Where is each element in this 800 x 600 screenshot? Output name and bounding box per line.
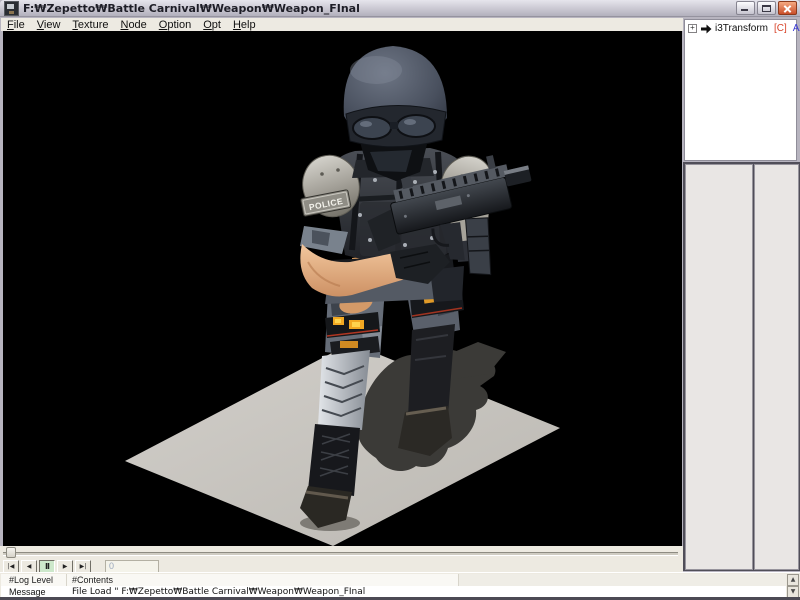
timeline-thumb[interactable] bbox=[6, 547, 16, 558]
menu-opt[interactable]: Opt bbox=[197, 19, 227, 31]
scroll-up-icon: ▲ bbox=[791, 576, 796, 583]
frame-number-input[interactable] bbox=[105, 560, 159, 573]
maximize-icon bbox=[762, 5, 771, 12]
menu-node[interactable]: Node bbox=[114, 19, 152, 31]
scroll-down-icon: ▼ bbox=[791, 588, 796, 595]
pause-button[interactable]: II bbox=[39, 560, 55, 573]
window-controls bbox=[736, 1, 797, 15]
timeline-track[interactable] bbox=[3, 552, 678, 556]
property-panels bbox=[683, 162, 800, 571]
expand-icon[interactable]: + bbox=[688, 24, 697, 33]
prev-frame-button[interactable]: ◀ bbox=[21, 560, 37, 573]
log-header-contents[interactable]: #Contents bbox=[67, 574, 459, 586]
log-scroll-up-button[interactable]: ▲ bbox=[787, 574, 799, 586]
last-frame-button[interactable]: ▶| bbox=[75, 560, 91, 573]
app-window: F:₩Zepetto₩Battle Carnival₩Weapon₩Weapon… bbox=[0, 0, 800, 600]
viewport-3d[interactable]: POLICE bbox=[3, 31, 682, 546]
last-frame-icon: ▶| bbox=[80, 563, 87, 570]
next-frame-icon: ▶ bbox=[63, 563, 68, 570]
log-header-level[interactable]: #Log Level bbox=[1, 574, 67, 586]
node-tree-panel[interactable]: + i3Transform [C] AxisRotate bbox=[684, 19, 797, 161]
pause-icon: II bbox=[45, 562, 49, 571]
first-frame-icon: |◀ bbox=[8, 563, 15, 570]
prev-frame-icon: ◀ bbox=[27, 563, 32, 570]
tree-node-label: i3Transform bbox=[715, 23, 768, 34]
log-header: #Log Level #Contents bbox=[1, 574, 786, 586]
close-button[interactable] bbox=[778, 1, 797, 15]
tree-node-link[interactable]: AxisRotate bbox=[793, 23, 800, 34]
menu-help[interactable]: Help bbox=[227, 19, 262, 31]
property-panel-right bbox=[754, 164, 799, 570]
next-frame-button[interactable]: ▶ bbox=[57, 560, 73, 573]
menu-view[interactable]: View bbox=[31, 19, 67, 31]
animation-controls: |◀ ◀ II ▶ ▶| bbox=[0, 546, 683, 572]
timeline-slider[interactable] bbox=[0, 546, 683, 558]
first-frame-button[interactable]: |◀ bbox=[3, 560, 19, 573]
tree-node-badge: [C] bbox=[774, 23, 787, 34]
tree-item-i3transform[interactable]: + i3Transform [C] AxisRotate bbox=[685, 20, 796, 34]
menu-file[interactable]: File bbox=[1, 19, 31, 31]
menubar: File View Texture Node Option Opt Help bbox=[1, 18, 683, 31]
transform-node-icon bbox=[700, 24, 712, 34]
log-panel: #Log Level #Contents Message File Load "… bbox=[0, 572, 800, 598]
menu-texture[interactable]: Texture bbox=[66, 19, 114, 31]
titlebar[interactable]: F:₩Zepetto₩Battle Carnival₩Weapon₩Weapon… bbox=[0, 0, 800, 17]
window-title: F:₩Zepetto₩Battle Carnival₩Weapon₩Weapon… bbox=[23, 2, 736, 15]
app-icon[interactable] bbox=[4, 1, 19, 16]
log-scrollbar: ▲ ▼ bbox=[787, 574, 799, 598]
maximize-button[interactable] bbox=[757, 1, 776, 15]
minimize-button[interactable] bbox=[736, 1, 755, 15]
menu-option[interactable]: Option bbox=[153, 19, 197, 31]
transport-bar: |◀ ◀ II ▶ ▶| bbox=[3, 559, 159, 573]
minimize-icon bbox=[741, 9, 748, 11]
property-panel-left bbox=[685, 164, 753, 570]
